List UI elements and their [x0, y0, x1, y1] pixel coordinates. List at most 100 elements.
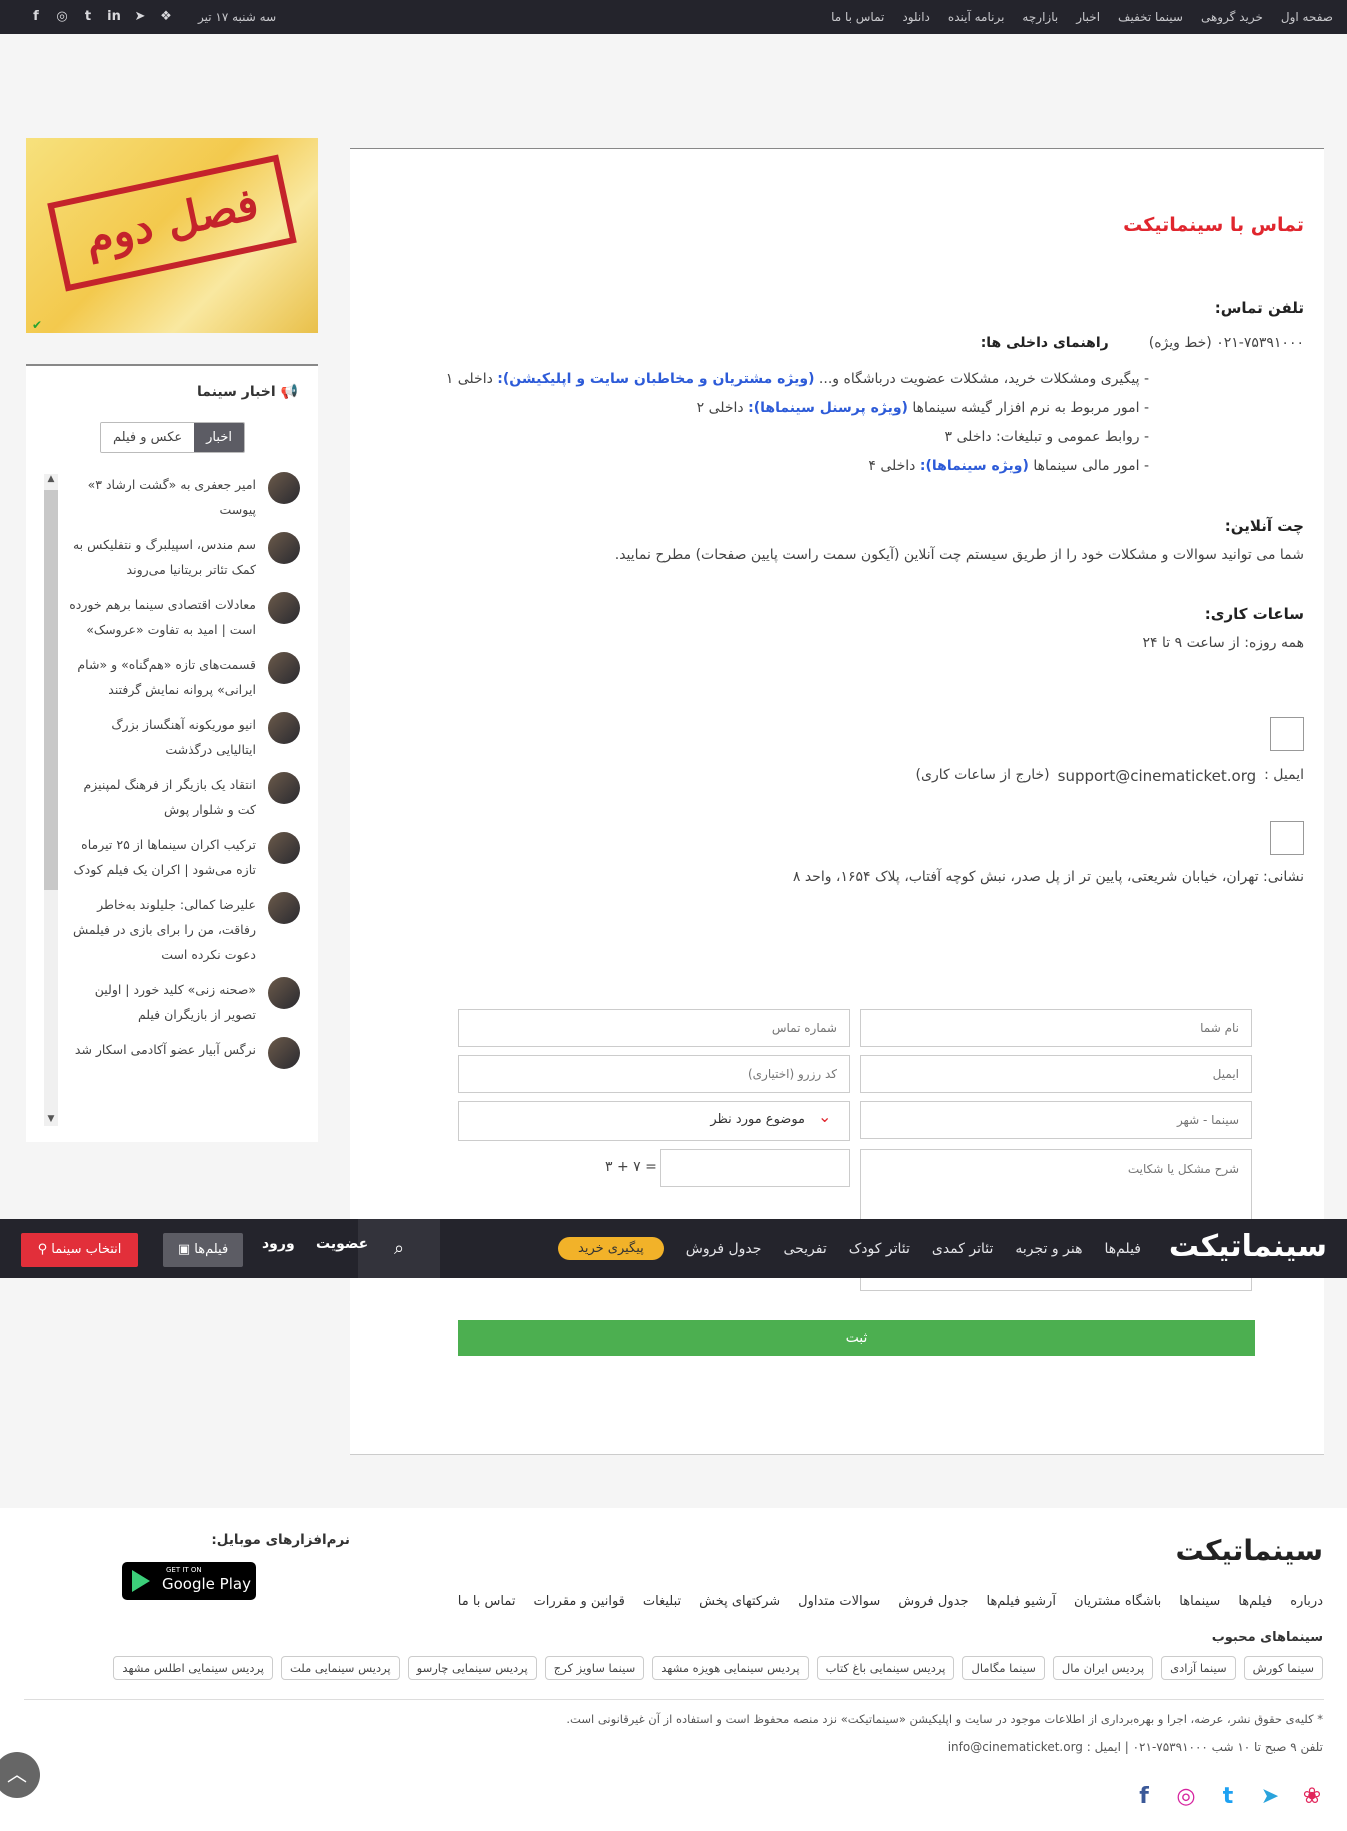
nav-sales-table[interactable]: جدول فروش — [686, 1241, 762, 1257]
news-item[interactable]: امیر جعفری به «گشت ارشاد ۳» پیوست — [68, 472, 300, 522]
top-nav-group-buy[interactable]: خرید گروهی — [1201, 10, 1263, 24]
cinema-tag[interactable]: پردیس سینمایی اطلس مشهد — [113, 1656, 273, 1680]
signup-link[interactable]: عضویت — [316, 1236, 368, 1252]
news-item[interactable]: نرگس آبیار عضو آکادمی اسکار شد — [68, 1037, 300, 1069]
aparat-icon[interactable]: ❀ — [1299, 1784, 1325, 1809]
news-item[interactable]: قسمت‌های تازه «هم‌گناه» و «شام ایرانی» پ… — [68, 652, 300, 702]
login-link[interactable]: ورود — [262, 1236, 295, 1252]
news-item[interactable]: سم مندس، اسپیلبرگ و نتفلیکس به کمک تئاتر… — [68, 532, 300, 582]
footer-logo[interactable]: سینماتیکت — [1175, 1534, 1323, 1567]
top-nav-download[interactable]: دانلود — [902, 10, 930, 24]
news-item-title[interactable]: امیر جعفری به «گشت ارشاد ۳» پیوست — [68, 472, 256, 522]
footer-link[interactable]: شرکتهای پخش — [699, 1594, 780, 1609]
main-nav-links: فیلم‌ها هنر و تجربه تئاتر کمدی تئاتر کود… — [558, 1219, 1141, 1278]
top-nav-home[interactable]: صفحه اول — [1281, 10, 1333, 24]
news-item-title[interactable]: معادلات اقتصادی سینما برهم خورده است | ا… — [68, 592, 256, 642]
phone-input[interactable] — [458, 1009, 850, 1047]
cinema-city-input[interactable] — [860, 1101, 1252, 1139]
news-item-title[interactable]: قسمت‌های تازه «هم‌گناه» و «شام ایرانی» پ… — [68, 652, 256, 702]
news-item-title[interactable]: نرگس آبیار عضو آکادمی اسکار شد — [68, 1037, 256, 1062]
site-logo[interactable]: سینماتیکت — [1169, 1229, 1328, 1264]
news-item[interactable]: انیو موریکونه آهنگساز بزرگ ایتالیایی درگ… — [68, 712, 300, 762]
phone-value: ۰۲۱-۷۵۳۹۱۰۰۰ (خط ویژه) — [1148, 335, 1304, 351]
news-item[interactable]: علیرضا کمالی: جلیلوند به‌خاطر رفاقت، من … — [68, 892, 300, 967]
linkedin-icon[interactable]: in — [106, 9, 122, 25]
instagram-icon[interactable]: ◎ — [1173, 1784, 1199, 1809]
nav-films[interactable]: فیلم‌ها — [1104, 1241, 1141, 1257]
footer-link[interactable]: جدول فروش — [898, 1594, 968, 1609]
news-item[interactable]: انتقاد یک بازیگر از فرهنگ لمپنیزم کت و ش… — [68, 772, 300, 822]
cinema-tag[interactable]: پردیس ایران مال — [1052, 1656, 1154, 1680]
top-nav-contact[interactable]: تماس با ما — [831, 10, 884, 24]
news-item-title[interactable]: سم مندس، اسپیلبرگ و نتفلیکس به کمک تئاتر… — [68, 532, 256, 582]
facebook-icon[interactable]: f — [28, 9, 44, 25]
footer-link[interactable]: قوانین و مقررات — [534, 1594, 625, 1609]
email-input[interactable] — [860, 1055, 1252, 1093]
news-item-title[interactable]: انیو موریکونه آهنگساز بزرگ ایتالیایی درگ… — [68, 712, 256, 762]
subject-select[interactable]: موضوع مورد نظر — [458, 1101, 850, 1141]
email-link[interactable]: support@cinematicket.org — [1058, 767, 1256, 785]
cinema-tag[interactable]: پردیس سینمایی چارسو — [407, 1656, 537, 1680]
footer-link[interactable]: باشگاه مشتریان — [1074, 1594, 1161, 1609]
news-item-title[interactable]: «صحنه زنی» کلید خورد | اولین تصویر از با… — [68, 977, 256, 1027]
top-nav-market[interactable]: بازارچه — [1022, 10, 1058, 24]
news-thumbnail — [268, 712, 300, 744]
nav-entertainment[interactable]: تفریحی — [783, 1241, 826, 1257]
footer-link[interactable]: سینماها — [1179, 1594, 1220, 1609]
news-item[interactable]: ترکیب اکران سینماها از ۲۵ تیرماه تازه می… — [68, 832, 300, 882]
tab-news[interactable]: اخبار — [194, 423, 244, 452]
select-cinema-button[interactable]: انتخاب سینما ⚲ — [21, 1233, 138, 1267]
news-item-title[interactable]: انتقاد یک بازیگر از فرهنگ لمپنیزم کت و ش… — [68, 772, 256, 822]
top-nav-news[interactable]: اخبار — [1076, 10, 1100, 24]
track-order-button[interactable]: پیگیری خرید — [558, 1237, 664, 1260]
captcha-input[interactable] — [660, 1149, 850, 1187]
aparat-icon[interactable]: ❖ — [158, 9, 174, 25]
cinema-tag[interactable]: پردیس سینمایی هویزه مشهد — [652, 1656, 809, 1680]
scroll-thumb[interactable] — [44, 490, 58, 890]
footer-link[interactable]: سوالات متداول — [798, 1594, 880, 1609]
footer-link[interactable]: آرشیو فیلم‌ها — [986, 1594, 1055, 1609]
nav-art-experience[interactable]: هنر و تجربه — [1015, 1241, 1082, 1257]
footer-link[interactable]: فیلم‌ها — [1238, 1594, 1272, 1609]
tab-photo-video[interactable]: عکس و فیلم — [101, 423, 195, 452]
instagram-icon[interactable]: ◎ — [54, 9, 70, 25]
facebook-icon[interactable]: f — [1131, 1784, 1157, 1809]
email-label: ایمیل : — [1264, 767, 1304, 783]
google-play-badge[interactable]: GET IT ON Google Play — [122, 1562, 256, 1600]
cinema-tag[interactable]: پردیس سینمایی ملت — [281, 1656, 400, 1680]
cinema-tag[interactable]: سینما ساویز کرج — [544, 1656, 645, 1680]
cinema-tag[interactable]: پردیس سینمایی باغ کتاب — [816, 1656, 955, 1680]
reservation-code-input[interactable] — [458, 1055, 850, 1093]
cinema-tag[interactable]: سینما کورش — [1243, 1656, 1323, 1680]
twitter-icon[interactable]: t — [1215, 1784, 1241, 1809]
footer-links: درباره فیلم‌ها سینماها باشگاه مشتریان آر… — [458, 1594, 1323, 1609]
news-item[interactable]: معادلات اقتصادی سینما برهم خورده است | ا… — [68, 592, 300, 642]
footer-link[interactable]: تبلیغات — [643, 1594, 681, 1609]
top-nav-discount[interactable]: سینما تخفیف — [1118, 10, 1183, 24]
telegram-icon[interactable]: ➤ — [132, 9, 148, 25]
twitter-icon[interactable]: t — [80, 9, 96, 25]
submit-button[interactable]: ثبت — [458, 1320, 1255, 1356]
footer-link[interactable]: تماس با ما — [458, 1594, 516, 1609]
news-thumbnail — [268, 832, 300, 864]
ad-banner[interactable]: فصل دوم ✔ — [26, 138, 318, 333]
footer-link[interactable]: درباره — [1290, 1594, 1323, 1609]
nav-kids-theater[interactable]: تئاتر کودک — [849, 1241, 910, 1257]
cinema-tag[interactable]: سینما مگامال — [962, 1656, 1045, 1680]
extension-1-note: (ویژه مشتریان و مخاطبان سایت و اپلیکیشن)… — [497, 371, 815, 387]
news-scrollbar[interactable]: ▲ ▼ — [44, 474, 58, 1126]
news-item[interactable]: «صحنه زنی» کلید خورد | اولین تصویر از با… — [68, 977, 300, 1027]
search-icon[interactable]: ⌕ — [358, 1219, 440, 1278]
scroll-down-icon[interactable]: ▼ — [46, 1114, 56, 1124]
telegram-icon[interactable]: ➤ — [1257, 1784, 1283, 1809]
extension-2: - امور مربوط به نرم افزار گیشه سینماها (… — [389, 394, 1149, 423]
news-item-title[interactable]: علیرضا کمالی: جلیلوند به‌خاطر رفاقت، من … — [68, 892, 256, 967]
cinema-tag[interactable]: سینما آزادی — [1161, 1656, 1236, 1680]
top-nav-schedule[interactable]: برنامه آینده — [948, 10, 1005, 24]
films-button[interactable]: فیلم‌ها ▣ — [163, 1233, 243, 1267]
news-widget: 📢 اخبار سینما عکس و فیلم اخبار امیر جعفر… — [26, 364, 318, 1142]
news-item-title[interactable]: ترکیب اکران سینماها از ۲۵ تیرماه تازه می… — [68, 832, 256, 882]
nav-comedy-theater[interactable]: تئاتر کمدی — [932, 1241, 994, 1257]
name-input[interactable] — [860, 1009, 1252, 1047]
scroll-up-icon[interactable]: ▲ — [46, 474, 56, 484]
